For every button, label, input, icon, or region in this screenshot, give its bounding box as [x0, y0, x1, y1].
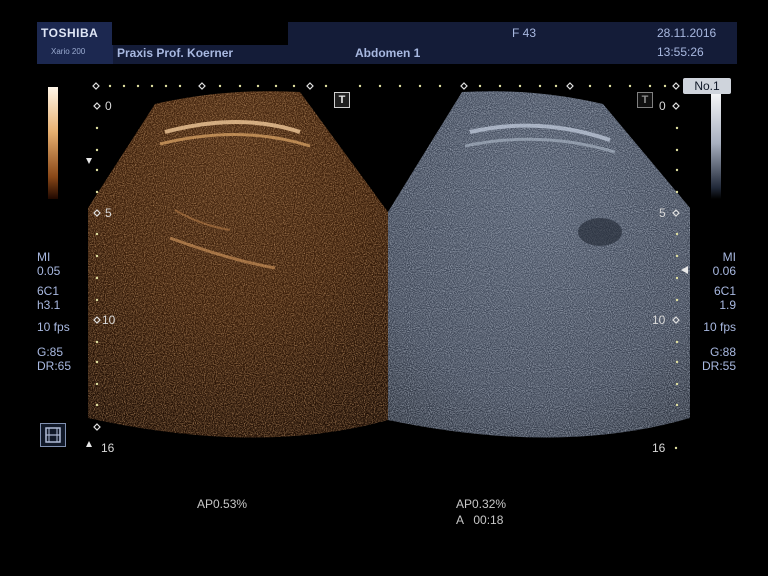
- left-mi-label: MI: [37, 250, 51, 264]
- right-mi-value: 0.06: [712, 264, 736, 278]
- left-parameters: MI 0.05 6C1 h3.1 10 fps G:85 DR:65: [37, 250, 71, 373]
- right-gain: G:88: [709, 345, 736, 359]
- right-fps: 10 fps: [703, 320, 736, 334]
- right-parameters: MI 0.06 6C1 1.9 10 fps G:88 DR:55: [696, 250, 736, 373]
- focus-triangle-icon[interactable]: [86, 158, 92, 164]
- timer-label: A 00:18: [456, 513, 504, 527]
- film-icon[interactable]: [40, 423, 66, 447]
- depth-label-10: 10: [102, 313, 116, 327]
- left-mi-value: 0.05: [37, 264, 61, 278]
- contrast-image: [88, 91, 388, 438]
- left-gain: G:85: [37, 345, 64, 359]
- left-fps: 10 fps: [37, 320, 70, 334]
- ultrasound-view: [86, 82, 690, 450]
- t-marker-icon[interactable]: T: [334, 92, 350, 108]
- bmode-image: [388, 91, 690, 438]
- left-dr: DR:65: [37, 359, 72, 373]
- left-probe: 6C1: [37, 284, 60, 298]
- t-marker-icon-right[interactable]: T: [637, 92, 653, 108]
- depth-label-16: 16: [101, 441, 115, 455]
- right-mi-label: MI: [722, 250, 736, 264]
- right-probe: 6C1: [713, 284, 736, 298]
- right-ap-label: AP0.32%: [456, 497, 507, 511]
- left-harmonic: h3.1: [37, 298, 61, 312]
- depth-label-16-right: 16: [652, 441, 666, 455]
- depth-label-5: 5: [105, 206, 112, 220]
- left-ap-label: AP0.53%: [197, 497, 248, 511]
- depth-label-0-right: 0: [659, 99, 666, 113]
- right-dr: DR:55: [701, 359, 736, 373]
- depth-end-marker-icon: [86, 441, 92, 447]
- depth-label-10-right: 10: [652, 313, 666, 327]
- depth-label-5-right: 5: [659, 206, 666, 220]
- depth-label-0: 0: [105, 99, 112, 113]
- right-freq: 1.9: [719, 298, 736, 312]
- scan-line-dots: [92, 82, 680, 90]
